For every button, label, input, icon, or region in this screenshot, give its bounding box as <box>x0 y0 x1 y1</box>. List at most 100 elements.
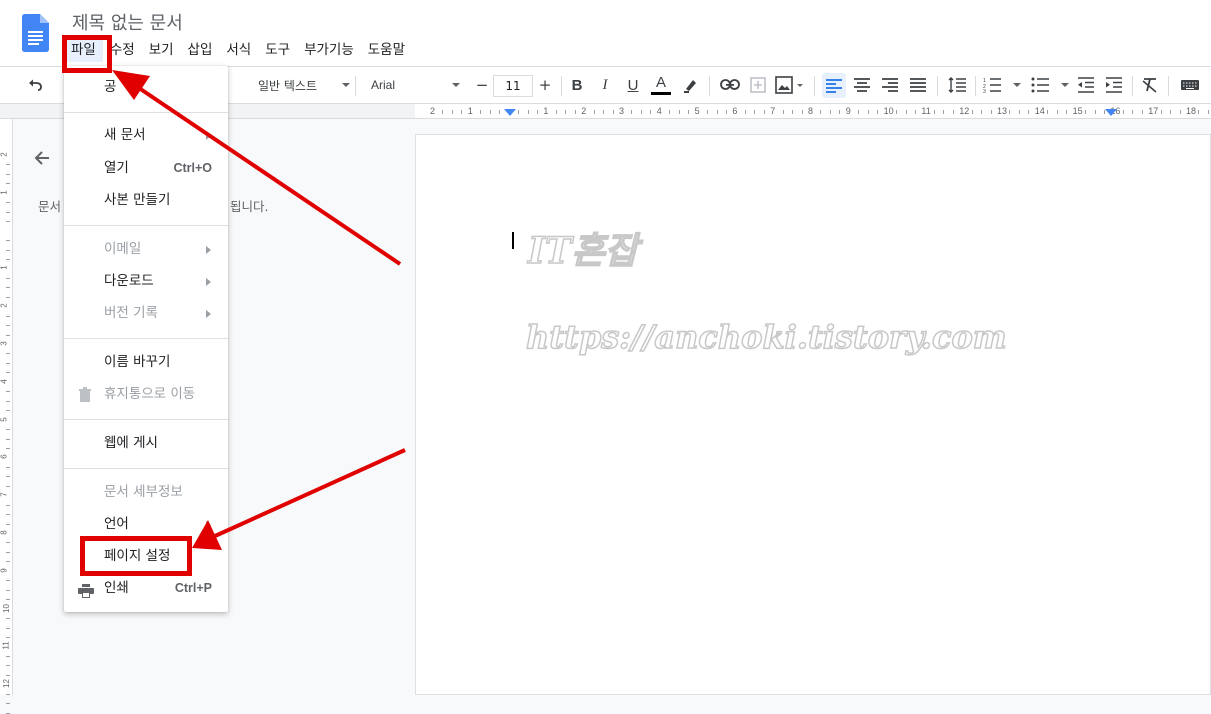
menu-item-trash[interactable]: 휴지통으로 이동 <box>64 381 228 407</box>
vruler-tick <box>6 391 10 393</box>
text-color-button[interactable]: A <box>649 67 673 103</box>
menu-item-share[interactable]: 공 <box>64 74 228 100</box>
bold-button[interactable]: B <box>565 67 589 103</box>
vruler-tick <box>6 240 10 242</box>
document-title[interactable]: 제목 없는 문서 <box>72 9 183 35</box>
ruler-tick <box>829 110 831 114</box>
ruler-number: 9 <box>845 106 851 116</box>
menu-addons[interactable]: 부가기능 <box>297 38 361 62</box>
menu-item-publish[interactable]: 웹에 게시 <box>64 430 228 456</box>
ruler-tick <box>1094 110 1096 114</box>
shortcut-label: Ctrl+O <box>173 161 212 175</box>
increase-indent-icon[interactable] <box>1102 67 1126 103</box>
menu-item-open[interactable]: 열기 Ctrl+O <box>64 155 228 181</box>
menu-item-download[interactable]: 다운로드 <box>64 268 228 294</box>
ruler-tick <box>1056 110 1058 114</box>
add-comment-icon[interactable] <box>746 67 770 103</box>
vruler-tick <box>6 296 10 298</box>
paragraph-style-dropdown[interactable]: 일반 텍스트 <box>240 67 352 103</box>
numbered-list-icon[interactable]: 123 <box>982 67 1024 103</box>
menu-item-rename[interactable]: 이름 바꾸기 <box>64 349 228 375</box>
ruler-tick <box>858 110 860 114</box>
menu-help[interactable]: 도움말 <box>361 38 412 62</box>
link-icon[interactable] <box>716 67 744 103</box>
back-arrow-icon[interactable] <box>32 148 52 172</box>
menu-format[interactable]: 서식 <box>219 38 258 62</box>
ruler-tick <box>801 110 803 114</box>
ruler-tick <box>640 110 642 114</box>
menu-item-language[interactable]: 언어 <box>64 511 228 537</box>
ruler-tick <box>593 110 595 114</box>
justify-icon[interactable] <box>906 67 930 103</box>
menu-item-details[interactable]: 문서 세부정보 <box>64 479 228 505</box>
vruler-tick <box>6 542 10 544</box>
font-size-plus-button[interactable]: + <box>533 67 557 103</box>
menu-view[interactable]: 보기 <box>142 38 181 62</box>
menu-item-email[interactable]: 이메일 <box>64 236 228 262</box>
align-left-icon[interactable] <box>822 73 846 98</box>
ruler-tick <box>688 110 690 114</box>
document-page[interactable] <box>415 134 1211 695</box>
watermark-url: https://anchoki.tistory.com <box>525 317 1007 357</box>
vruler-number: 3 <box>0 341 9 346</box>
font-size-minus-button[interactable]: − <box>470 67 494 103</box>
menu-item-new[interactable]: 새 문서 <box>64 122 228 148</box>
docs-logo-icon[interactable] <box>22 14 49 52</box>
highlight-icon[interactable] <box>679 67 703 103</box>
horizontal-ruler[interactable]: 2 1 1 2 3 4 5 6 7 8 9 10 11 12 13 14 15 16 17 18 <box>415 104 1211 119</box>
vruler-tick <box>6 655 10 657</box>
highlight-box-file-menu <box>62 35 112 73</box>
align-right-icon[interactable] <box>878 67 902 103</box>
ruler-number: 12 <box>959 106 970 116</box>
submenu-arrow-icon <box>206 246 211 254</box>
decrease-indent-icon[interactable] <box>1074 67 1098 103</box>
italic-button[interactable]: I <box>593 67 617 103</box>
ruler-tick <box>1047 110 1049 114</box>
outline-hint-left: 문서 <box>38 199 62 214</box>
vruler-tick <box>6 599 10 601</box>
ruler-tick <box>650 110 652 114</box>
outline-hint-right: 됩니다. <box>230 199 269 214</box>
file-menu: 공 새 문서 열기 Ctrl+O 사본 만들기 이메일 다운로드 버전 기록 이름… <box>64 66 228 612</box>
submenu-arrow-icon <box>206 310 211 318</box>
vruler-number: 9 <box>0 568 9 573</box>
text-color-letter: A <box>655 74 666 91</box>
toolbar-divider <box>355 76 356 96</box>
outline-hint: 문서 됩니다. <box>38 196 268 215</box>
menubar: 파일 수정 보기 삽입 서식 도구 부가기능 도움말 <box>64 38 412 62</box>
menu-item-label: 새 문서 <box>104 127 146 143</box>
vruler-tick <box>6 551 10 553</box>
ruler-number: 18 <box>1186 106 1197 116</box>
vruler-tick <box>6 325 10 327</box>
vruler-tick <box>6 221 10 223</box>
vruler-tick <box>6 476 10 478</box>
bulleted-list-icon[interactable] <box>1030 67 1072 103</box>
vertical-ruler[interactable]: 2 1 1 2 3 4 5 6 7 8 9 10 11 12 <box>0 119 13 714</box>
vruler-tick <box>6 523 10 525</box>
align-center-icon[interactable] <box>850 67 874 103</box>
clear-formatting-icon[interactable] <box>1138 67 1162 103</box>
toolbar-divider <box>814 76 815 96</box>
insert-image-icon[interactable] <box>772 67 808 103</box>
undo-icon[interactable] <box>24 67 48 103</box>
vruler-number: 8 <box>0 530 9 535</box>
left-indent-marker-icon[interactable] <box>504 109 516 116</box>
menu-insert[interactable]: 삽입 <box>181 38 220 62</box>
menu-item-label: 언어 <box>104 516 129 532</box>
trash-icon <box>78 386 92 412</box>
vruler-tick <box>6 693 10 695</box>
keyboard-icon[interactable] <box>1176 67 1204 103</box>
ruler-tick <box>1066 110 1068 114</box>
menu-tools[interactable]: 도구 <box>258 38 297 62</box>
menu-item-print[interactable]: 인쇄 Ctrl+P <box>64 575 228 601</box>
font-dropdown[interactable]: Arial <box>362 67 462 103</box>
font-size-input[interactable]: 11 <box>493 75 533 97</box>
ruler-tick <box>933 110 935 114</box>
menu-item-label: 이름 바꾸기 <box>104 354 171 370</box>
submenu-arrow-icon <box>206 521 211 529</box>
right-indent-marker-icon[interactable] <box>1105 109 1117 116</box>
menu-item-copy[interactable]: 사본 만들기 <box>64 187 228 213</box>
underline-button[interactable]: U <box>621 67 645 103</box>
line-spacing-icon[interactable] <box>944 67 970 103</box>
menu-item-version-history[interactable]: 버전 기록 <box>64 300 228 326</box>
